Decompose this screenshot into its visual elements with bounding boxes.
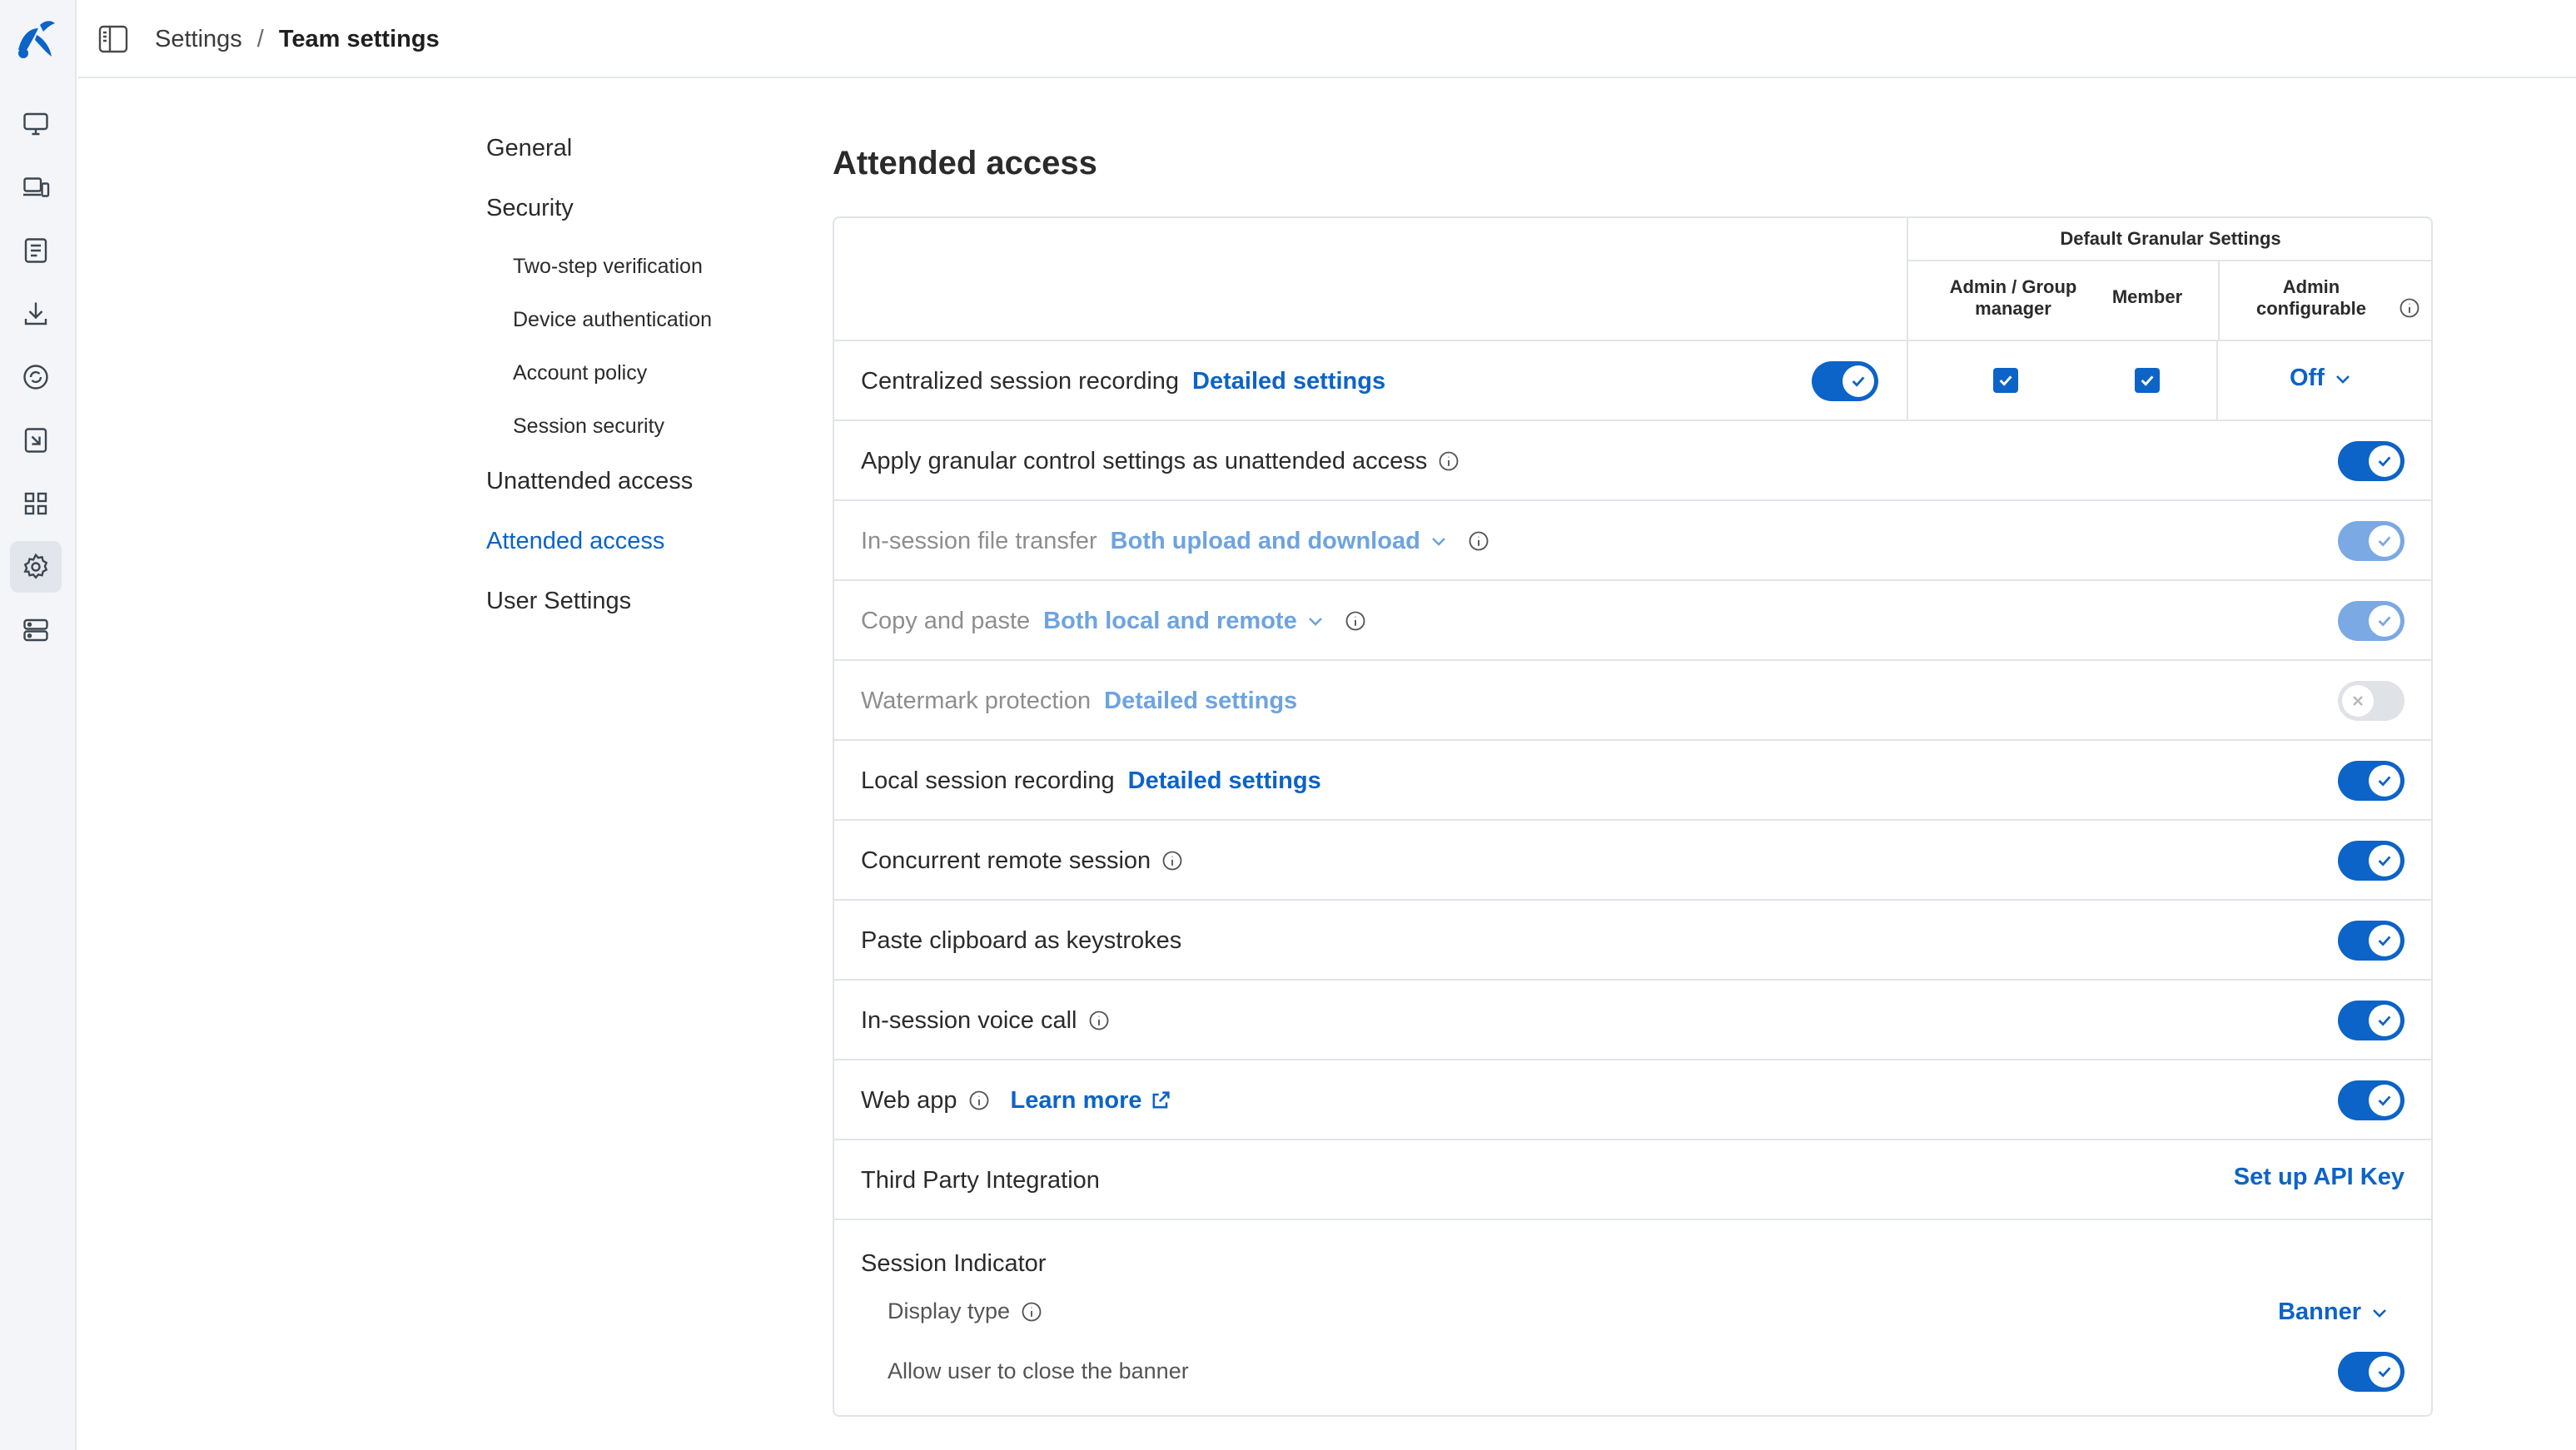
download-icon[interactable] bbox=[10, 288, 62, 340]
paste-keystrokes-toggle[interactable] bbox=[2338, 921, 2404, 961]
watermark-label: Watermark protection bbox=[861, 687, 1092, 714]
info-icon[interactable] bbox=[1437, 449, 1460, 473]
row-local-session-recording: Local session recording Detailed setting… bbox=[834, 739, 2431, 819]
breadcrumb: Settings / Team settings bbox=[155, 25, 440, 53]
info-icon[interactable] bbox=[1467, 529, 1490, 553]
external-link-icon[interactable] bbox=[1149, 1089, 1172, 1112]
remote-file-icon[interactable] bbox=[10, 415, 62, 466]
apply-granular-toggle[interactable] bbox=[2338, 441, 2404, 481]
info-icon[interactable] bbox=[1020, 1300, 1043, 1323]
session-indicator-section: Session Indicator Display type Banner Al… bbox=[834, 1219, 2431, 1415]
chevron-down-icon[interactable] bbox=[1429, 531, 1449, 551]
row-voice-call: In-session voice call bbox=[834, 979, 2431, 1059]
nav-account-policy[interactable]: Account policy bbox=[513, 361, 647, 385]
top-bar: Settings / Team settings bbox=[78, 0, 2576, 78]
watermark-toggle[interactable] bbox=[2338, 681, 2404, 721]
concurrent-label: Concurrent remote session bbox=[861, 847, 1151, 874]
nav-general[interactable]: General bbox=[486, 135, 572, 162]
row-apply-granular: Apply granular control settings as unatt… bbox=[834, 420, 2431, 499]
voice-call-label: In-session voice call bbox=[861, 1006, 1077, 1034]
row-copy-paste: Copy and paste Both local and remote bbox=[834, 579, 2431, 659]
row-web-app: Web app Learn more bbox=[834, 1059, 2431, 1139]
nav-session-security[interactable]: Session security bbox=[513, 415, 664, 439]
breadcrumb-separator: / bbox=[256, 26, 264, 52]
nav-device-authentication[interactable]: Device authentication bbox=[513, 308, 712, 332]
copy-paste-toggle[interactable] bbox=[2338, 601, 2404, 641]
set-up-api-key-link[interactable]: Set up API Key bbox=[2234, 1164, 2404, 1191]
third-party-label: Third Party Integration bbox=[861, 1166, 1100, 1194]
close-banner-label: Allow user to close the banner bbox=[888, 1358, 1189, 1383]
row-third-party-integration: Third Party Integration Set up API Key bbox=[834, 1139, 2431, 1219]
display-type-dropdown[interactable]: Banner bbox=[2278, 1299, 2390, 1326]
chevron-down-icon[interactable] bbox=[1305, 611, 1325, 631]
local-recording-label: Local session recording bbox=[861, 767, 1115, 794]
sidebar-toggle-icon[interactable] bbox=[98, 25, 128, 53]
file-transfer-dropdown[interactable]: Both upload and download bbox=[1111, 528, 1420, 555]
nav-two-step-verification[interactable]: Two-step verification bbox=[513, 255, 703, 279]
support-icon[interactable] bbox=[10, 351, 62, 403]
local-recording-toggle[interactable] bbox=[2338, 761, 2404, 801]
concurrent-toggle[interactable] bbox=[2338, 841, 2404, 881]
col-admin-configurable: Admin configurable bbox=[2255, 276, 2366, 319]
web-app-learn-more-link[interactable]: Learn more bbox=[1011, 1087, 1142, 1115]
info-icon[interactable] bbox=[1161, 849, 1184, 872]
file-transfer-label: In-session file transfer bbox=[861, 527, 1097, 554]
file-transfer-toggle[interactable] bbox=[2338, 521, 2404, 561]
display-type-label: Display type bbox=[888, 1299, 1011, 1323]
granular-settings-title: Default Granular Settings bbox=[2060, 228, 2281, 249]
devices-icon[interactable] bbox=[10, 161, 62, 213]
voice-call-toggle[interactable] bbox=[2338, 1001, 2404, 1040]
apply-granular-label: Apply granular control settings as unatt… bbox=[861, 447, 1428, 474]
attended-access-card: Default Granular Settings Admin / Group … bbox=[833, 216, 2433, 1417]
breadcrumb-team-settings: Team settings bbox=[278, 26, 440, 52]
copy-paste-dropdown[interactable]: Both local and remote bbox=[1043, 608, 1297, 635]
admin-configurable-value: Off bbox=[2290, 365, 2325, 391]
row-file-transfer: In-session file transfer Both upload and… bbox=[834, 499, 2431, 579]
monitor-icon[interactable] bbox=[10, 98, 62, 150]
splashtop-logo-icon[interactable] bbox=[10, 13, 62, 65]
granular-settings-header: Default Granular Settings Admin / Group … bbox=[1907, 218, 2433, 340]
member-checkbox[interactable] bbox=[2135, 368, 2160, 393]
watermark-detailed-settings-link[interactable]: Detailed settings bbox=[1104, 688, 1297, 715]
col-admin-group-manager: Admin / Group manager bbox=[1949, 276, 2077, 319]
info-icon[interactable] bbox=[1087, 1009, 1111, 1032]
page-title: Attended access bbox=[833, 145, 1097, 181]
display-type-label-wrap: Display type bbox=[888, 1299, 1043, 1324]
session-indicator-title: Session Indicator bbox=[861, 1250, 1047, 1277]
row-concurrent-remote-session: Concurrent remote session bbox=[834, 819, 2431, 899]
centralized-recording-toggle[interactable] bbox=[1812, 361, 1878, 401]
nav-user-settings[interactable]: User Settings bbox=[486, 588, 631, 615]
chevron-down-icon bbox=[2335, 375, 2350, 384]
admin-configurable-info-icon[interactable] bbox=[2398, 296, 2421, 324]
document-icon[interactable] bbox=[10, 225, 62, 276]
local-recording-detailed-settings-link[interactable]: Detailed settings bbox=[1128, 767, 1321, 795]
web-app-toggle[interactable] bbox=[2338, 1080, 2404, 1120]
paste-keystrokes-label: Paste clipboard as keystrokes bbox=[861, 926, 1182, 954]
col-member: Member bbox=[2111, 286, 2183, 307]
nav-attended-access[interactable]: Attended access bbox=[486, 528, 664, 555]
row-paste-keystrokes: Paste clipboard as keystrokes bbox=[834, 899, 2431, 979]
gear-icon[interactable] bbox=[10, 541, 62, 593]
row-centralized-session-recording: Centralized session recording Detailed s… bbox=[834, 340, 2431, 420]
copy-paste-label: Copy and paste bbox=[861, 607, 1031, 634]
server-icon[interactable] bbox=[10, 604, 62, 656]
info-icon[interactable] bbox=[1344, 609, 1367, 633]
display-type-value: Banner bbox=[2278, 1299, 2361, 1325]
breadcrumb-settings[interactable]: Settings bbox=[155, 25, 242, 53]
admin-group-manager-checkbox[interactable] bbox=[1993, 368, 2018, 393]
close-banner-toggle[interactable] bbox=[2338, 1352, 2404, 1392]
row-watermark-protection: Watermark protection Detailed settings bbox=[834, 659, 2431, 739]
left-rail bbox=[0, 0, 77, 1450]
nav-unattended-access[interactable]: Unattended access bbox=[486, 468, 693, 495]
web-app-label: Web app bbox=[861, 1086, 957, 1114]
nav-security[interactable]: Security bbox=[486, 195, 574, 222]
admin-configurable-dropdown[interactable]: Off bbox=[2290, 365, 2353, 392]
chevron-down-icon bbox=[2373, 1308, 2386, 1318]
info-icon[interactable] bbox=[967, 1089, 991, 1112]
apps-grid-icon[interactable] bbox=[10, 478, 62, 529]
centralized-recording-label: Centralized session recording bbox=[861, 367, 1180, 395]
centralized-detailed-settings-link[interactable]: Detailed settings bbox=[1192, 368, 1385, 395]
